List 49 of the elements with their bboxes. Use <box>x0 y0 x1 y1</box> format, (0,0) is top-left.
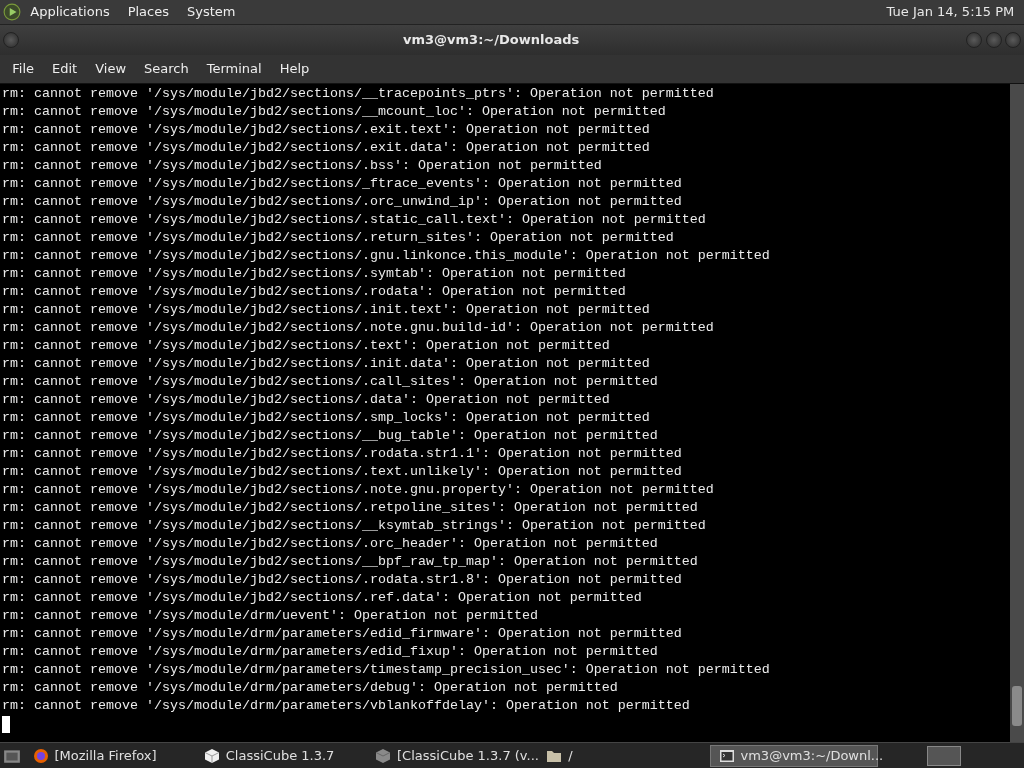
panel-menu[interactable]: System <box>178 2 245 22</box>
terminal-line: rm: cannot remove '/sys/module/jbd2/sections/.bss': Operation not permitted <box>2 157 603 175</box>
clock[interactable]: Tue Jan 14, 5:15 PM <box>886 2 1015 22</box>
terminal-line: rm: cannot remove '/sys/module/jbd2/sections/__bpf_raw_tp_map': Operation not permitted <box>2 553 699 571</box>
terminal-line: rm: cannot remove '/sys/module/jbd2/sections/__bug_table': Operation not permitted <box>2 427 659 445</box>
terminal-line: rm: cannot remove '/sys/module/jbd2/sections/_ftrace_events': Operation not permitted <box>2 175 683 193</box>
terminal-line: rm: cannot remove '/sys/module/jbd2/sections/__ksymtab_strings': Operation not permitted <box>2 517 707 535</box>
terminal-line: rm: cannot remove '/sys/module/jbd2/sections/__mcount_loc': Operation not permitted <box>2 103 667 121</box>
terminal-line: rm: cannot remove '/sys/module/jbd2/sections/.rodata': Operation not permitted <box>2 283 627 301</box>
terminal-line: rm: cannot remove '/sys/module/jbd2/sections/.init.data': Operation not permitted <box>2 355 651 373</box>
terminal-line: rm: cannot remove '/sys/module/jbd2/sections/.return_sites': Operation not permitted <box>2 229 675 247</box>
terminal-line: rm: cannot remove '/sys/module/jbd2/sections/.ref.data': Operation not permitted <box>2 589 643 607</box>
terminal-line: rm: cannot remove '/sys/module/jbd2/sections/.rodata.str1.8': Operation not permitted <box>2 571 683 589</box>
terminal-line: rm: cannot remove '/sys/module/jbd2/sections/.orc_unwind_ip': Operation not permitted <box>2 193 683 211</box>
terminal-line: rm: cannot remove '/sys/module/drm/parameters/debug': Operation not permitted <box>2 679 619 697</box>
panel-menu[interactable]: Places <box>118 2 178 22</box>
terminal-line: rm: cannot remove '/sys/module/jbd2/sections/.retpoline_sites': Operation not permitted <box>2 499 699 517</box>
terminal-line: rm: cannot remove '/sys/module/jbd2/sections/.exit.data': Operation not permitted <box>2 139 651 157</box>
terminal-line: rm: cannot remove '/sys/module/jbd2/sections/.init.text': Operation not permitted <box>2 301 651 319</box>
terminal-line: rm: cannot remove '/sys/module/jbd2/sections/.smp_locks': Operation not permitted <box>2 409 651 427</box>
menu-item[interactable]: File <box>3 59 43 79</box>
terminal-line: rm: cannot remove '/sys/module/jbd2/sections/.static_call.text': Operation not permitted <box>2 211 707 229</box>
terminal-line: rm: cannot remove '/sys/module/jbd2/sections/.orc_header': Operation not permitted <box>2 535 659 553</box>
terminal-line: rm: cannot remove '/sys/module/jbd2/sections/.rodata.str1.1': Operation not permitted <box>2 445 683 463</box>
taskbar-button[interactable]: [Mozilla Firefox] <box>24 744 193 767</box>
panel-menu[interactable]: Applications <box>21 2 119 22</box>
terminal-line: rm: cannot remove '/sys/module/drm/uevent': Operation not permitted <box>2 607 539 625</box>
menu-item[interactable]: Help <box>270 59 319 79</box>
terminal-line: rm: cannot remove '/sys/module/drm/parameters/edid_firmware': Operation not permitted <box>2 625 683 643</box>
window-title: vm3@vm3:~/Downloads <box>402 31 581 50</box>
terminal-line: rm: cannot remove '/sys/module/jbd2/sections/.data': Operation not permitted <box>2 391 611 409</box>
terminal-line: rm: cannot remove '/sys/module/jbd2/sections/.exit.text': Operation not permitted <box>2 121 651 139</box>
terminal-line: rm: cannot remove '/sys/module/drm/parameters/vblankoffdelay': Operation not permitted <box>2 697 691 715</box>
menu-item[interactable]: Search <box>135 59 198 79</box>
menu-item[interactable]: Edit <box>43 59 87 79</box>
taskbar-button[interactable]: ClassiCube 1.3.7 <box>195 744 364 767</box>
terminal-line: rm: cannot remove '/sys/module/jbd2/sections/.call_sites': Operation not permitted <box>2 373 659 391</box>
terminal-line: rm: cannot remove '/sys/module/jbd2/sections/.text.unlikely': Operation not permitted <box>2 463 683 481</box>
terminal-line: rm: cannot remove '/sys/module/drm/parameters/edid_fixup': Operation not permitted <box>2 643 659 661</box>
terminal-line: rm: cannot remove '/sys/module/jbd2/sections/.note.gnu.build-id': Operation not permitted <box>2 319 715 337</box>
terminal-line: rm: cannot remove '/sys/module/jbd2/sections/.symtab': Operation not permitted <box>2 265 627 283</box>
terminal-line: rm: cannot remove '/sys/module/jbd2/sections/.note.gnu.property': Operation not permitted <box>2 481 715 499</box>
terminal-line: rm: cannot remove '/sys/module/drm/parameters/timestamp_precision_usec': Operation not permitted <box>2 661 771 679</box>
taskbar-button[interactable]: / <box>538 744 707 767</box>
terminal-line: rm: cannot remove '/sys/module/jbd2/sections/.gnu.linkonce.this_module': Operation not permitted <box>2 247 771 265</box>
menu-item[interactable]: View <box>86 59 136 79</box>
terminal-line: rm: cannot remove '/sys/module/jbd2/sections/__tracepoints_ptrs': Operation not permitted <box>2 85 715 103</box>
terminal-line: rm: cannot remove '/sys/module/jbd2/sections/.text': Operation not permitted <box>2 337 611 355</box>
menu-item[interactable]: Terminal <box>197 59 271 79</box>
